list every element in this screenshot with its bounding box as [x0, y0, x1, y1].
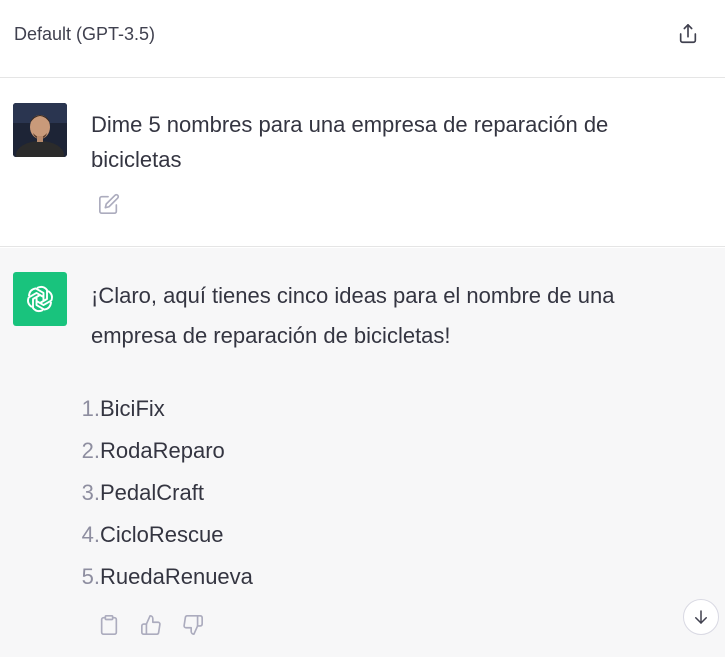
list-number: 5. [81, 564, 100, 589]
list-number: 3. [81, 480, 100, 505]
list-item-label: PedalCraft [100, 480, 204, 505]
edit-icon [99, 193, 120, 214]
user-message-text: Dime 5 nombres para una empresa de repar… [91, 112, 609, 172]
list-item: 3. PedalCraft [60, 473, 253, 515]
share-button[interactable] [674, 20, 702, 48]
list-item: 1. BiciFix [60, 389, 253, 431]
list-item: 2. RodaReparo [60, 431, 253, 473]
thumbs-up-icon [141, 615, 161, 635]
assistant-avatar [13, 272, 67, 326]
thumbs-down-icon [183, 615, 203, 635]
user-message: Dime 5 nombres para una empresa de repar… [0, 79, 725, 247]
name-list: 1. BiciFix 2. RodaReparo 3. PedalCraft 4… [60, 389, 253, 599]
thumbs-down-button[interactable] [180, 612, 206, 638]
openai-logo-icon [27, 285, 53, 313]
user-avatar [13, 103, 67, 157]
chat-page: Default (GPT-3.5) Dime 5 nombres para un… [0, 0, 725, 657]
clipboard-icon [100, 615, 118, 635]
thumbs-up-button[interactable] [138, 612, 164, 638]
model-title: Default (GPT-3.5) [14, 24, 156, 44]
list-item: 4. CicloRescue [60, 515, 253, 557]
list-item: 5. RuedaRenueva [60, 557, 253, 599]
top-bar: Default (GPT-3.5) [0, 0, 725, 78]
message-actions [96, 612, 206, 638]
list-number: 2. [81, 438, 100, 463]
share-icon [679, 24, 697, 44]
list-item-label: RodaReparo [100, 438, 225, 463]
list-item-label: CicloRescue [100, 522, 224, 547]
arrow-down-icon [695, 610, 707, 624]
assistant-message: ¡Claro, aquí tienes cinco ideas para el … [0, 248, 725, 657]
list-item-label: BiciFix [100, 396, 165, 421]
list-number: 4. [81, 522, 100, 547]
edit-button[interactable] [96, 191, 122, 217]
assistant-intro-text: ¡Claro, aquí tienes cinco ideas para el … [91, 283, 615, 348]
copy-button[interactable] [96, 612, 122, 638]
list-number: 1. [81, 396, 100, 421]
scroll-to-bottom-button[interactable] [683, 599, 719, 635]
list-item-label: RuedaRenueva [100, 564, 253, 589]
